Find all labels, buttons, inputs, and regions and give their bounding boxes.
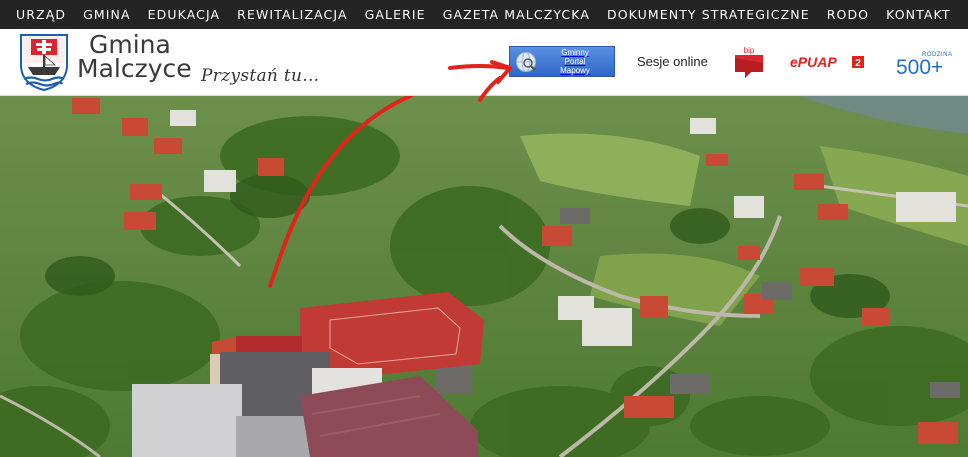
sesje-online-link[interactable]: Sesje online	[637, 54, 708, 69]
nav-item-edukacja[interactable]: EDUKACJA	[148, 7, 221, 22]
municipal-crest-icon	[20, 34, 68, 91]
bip-logo-icon: bip	[735, 46, 763, 78]
gpm-label-line1: Gminny	[561, 48, 589, 57]
nav-item-gazeta-malczycka[interactable]: GAZETA MALCZYCKA	[443, 7, 590, 22]
gminny-portal-mapowy-button[interactable]: Gminny Portal Mapowy	[509, 46, 615, 77]
nav-item-rodo[interactable]: RODO	[827, 7, 869, 22]
gpm-label-line3: Mapowy	[560, 66, 590, 75]
nav-item-urzad[interactable]: URZĄD	[16, 7, 66, 22]
hero-aerial-photo	[0, 96, 968, 457]
nav-item-rewitalizacja[interactable]: REWITALIZACJA	[237, 7, 347, 22]
epuap-logo-icon: ePUAP 2	[790, 54, 864, 70]
epuap-number: 2	[855, 58, 861, 69]
nav-item-dokumenty-strategiczne[interactable]: DOKUMENTY STRATEGICZNE	[607, 7, 810, 22]
red-arrow-head	[448, 60, 512, 102]
gpm-label: Gminny Portal Mapowy	[545, 48, 605, 75]
rodzina-500-plus-icon: RODZINA 500+	[896, 52, 952, 77]
gpm-label-line2: Portal	[564, 57, 586, 66]
bip-label: bip	[744, 46, 755, 55]
site-brand-name[interactable]: Gmina Malczyce	[77, 32, 192, 83]
brand-line-malczyce: Malczyce	[77, 54, 192, 83]
nav-item-galerie[interactable]: GALERIE	[365, 7, 426, 22]
epuap-label: ePUAP	[790, 54, 837, 70]
nav-item-gmina[interactable]: GMINA	[83, 7, 131, 22]
nav-item-kontakt[interactable]: KONTAKT	[886, 7, 950, 22]
main-navigation: URZĄD GMINA EDUKACJA REWITALIZACJA GALER…	[0, 0, 968, 29]
program-label: 500+	[896, 56, 943, 77]
site-slogan: Przystań tu...	[201, 66, 320, 86]
